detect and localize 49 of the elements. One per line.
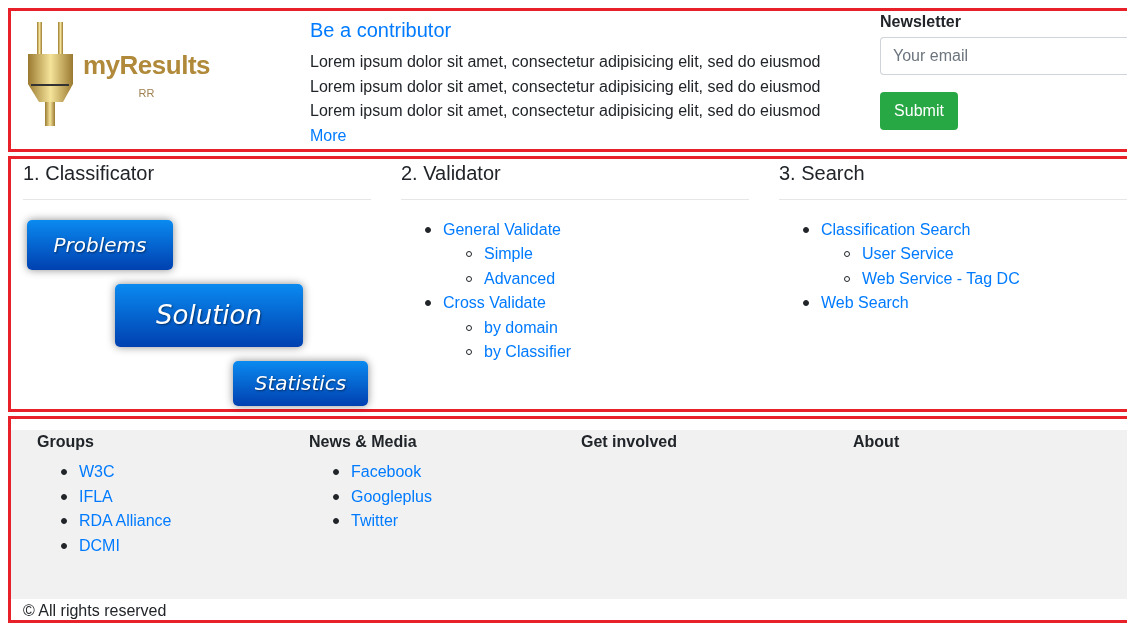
bullet-icon	[425, 226, 431, 233]
section-title: 1. Classificator	[23, 158, 371, 200]
more-link[interactable]: More	[310, 123, 880, 148]
bullet-icon	[333, 493, 339, 500]
image-button[interactable]: Solution	[115, 283, 303, 347]
bullet-icon	[803, 300, 809, 307]
bullet-icon	[333, 469, 339, 476]
footer-heading: Groups	[37, 432, 95, 452]
bullet-icon	[803, 226, 809, 233]
footer-link[interactable]: Twitter	[351, 509, 399, 534]
nav-link[interactable]: Web Search	[821, 291, 909, 316]
bullet-icon	[61, 518, 67, 525]
logo-text: myResults	[83, 49, 210, 81]
nav-link[interactable]: by Classifier	[484, 340, 572, 365]
body-text: Lorem ipsum dolor sit amet, consectetur adipisicing elit, sed do eiusmod	[310, 76, 822, 97]
logo-subtitle: RR	[138, 86, 155, 99]
submit-button[interactable]: Submit	[880, 92, 958, 130]
footer-link[interactable]: Googleplus	[351, 484, 432, 509]
contributor-title[interactable]: Be a contributor	[310, 19, 880, 42]
footer-heading: News & Media	[309, 432, 418, 452]
nav-link[interactable]: Classification Search	[821, 217, 971, 243]
footer-link[interactable]: IFLA	[79, 484, 113, 509]
nav-link[interactable]: Cross Validate	[443, 291, 546, 316]
bullet-icon	[61, 469, 67, 476]
bullet-icon	[61, 542, 67, 549]
footer-link[interactable]: RDA Alliance	[79, 509, 172, 534]
newsletter-title: Newsletter	[880, 13, 962, 31]
body-text: Lorem ipsum dolor sit amet, consectetur adipisicing elit, sed do eiusmod	[310, 52, 822, 72]
bullet-icon	[61, 493, 67, 500]
email-field[interactable]: Your email	[880, 37, 1127, 75]
nav-link[interactable]: by domain	[484, 315, 558, 341]
footer-link[interactable]: DCMI	[79, 533, 120, 558]
section-title: 2. Validator	[401, 158, 749, 200]
image-button[interactable]: Problems	[27, 219, 173, 270]
footer-link[interactable]: W3C	[79, 460, 115, 485]
copyright-text: © All rights reserved	[22, 601, 168, 620]
image-button[interactable]: Statistics	[233, 360, 368, 406]
bullet-icon	[333, 518, 339, 525]
nav-link[interactable]: Advanced	[484, 266, 556, 292]
bullet-icon	[425, 300, 431, 307]
nav-link[interactable]: Web Service - Tag DC	[862, 266, 1020, 292]
nav-link[interactable]: General Validate	[443, 217, 561, 243]
section-title: 3. Search	[779, 158, 1127, 200]
footer-heading: Get involved	[581, 432, 679, 452]
footer-heading: About	[853, 432, 901, 452]
nav-link[interactable]: Simple	[484, 242, 533, 267]
body-text: Lorem ipsum dolor sit amet, consectetur adipisicing elit, sed do eiusmod	[310, 101, 822, 121]
footer-link[interactable]: Facebook	[351, 460, 422, 485]
nav-link[interactable]: User Service	[862, 242, 954, 267]
